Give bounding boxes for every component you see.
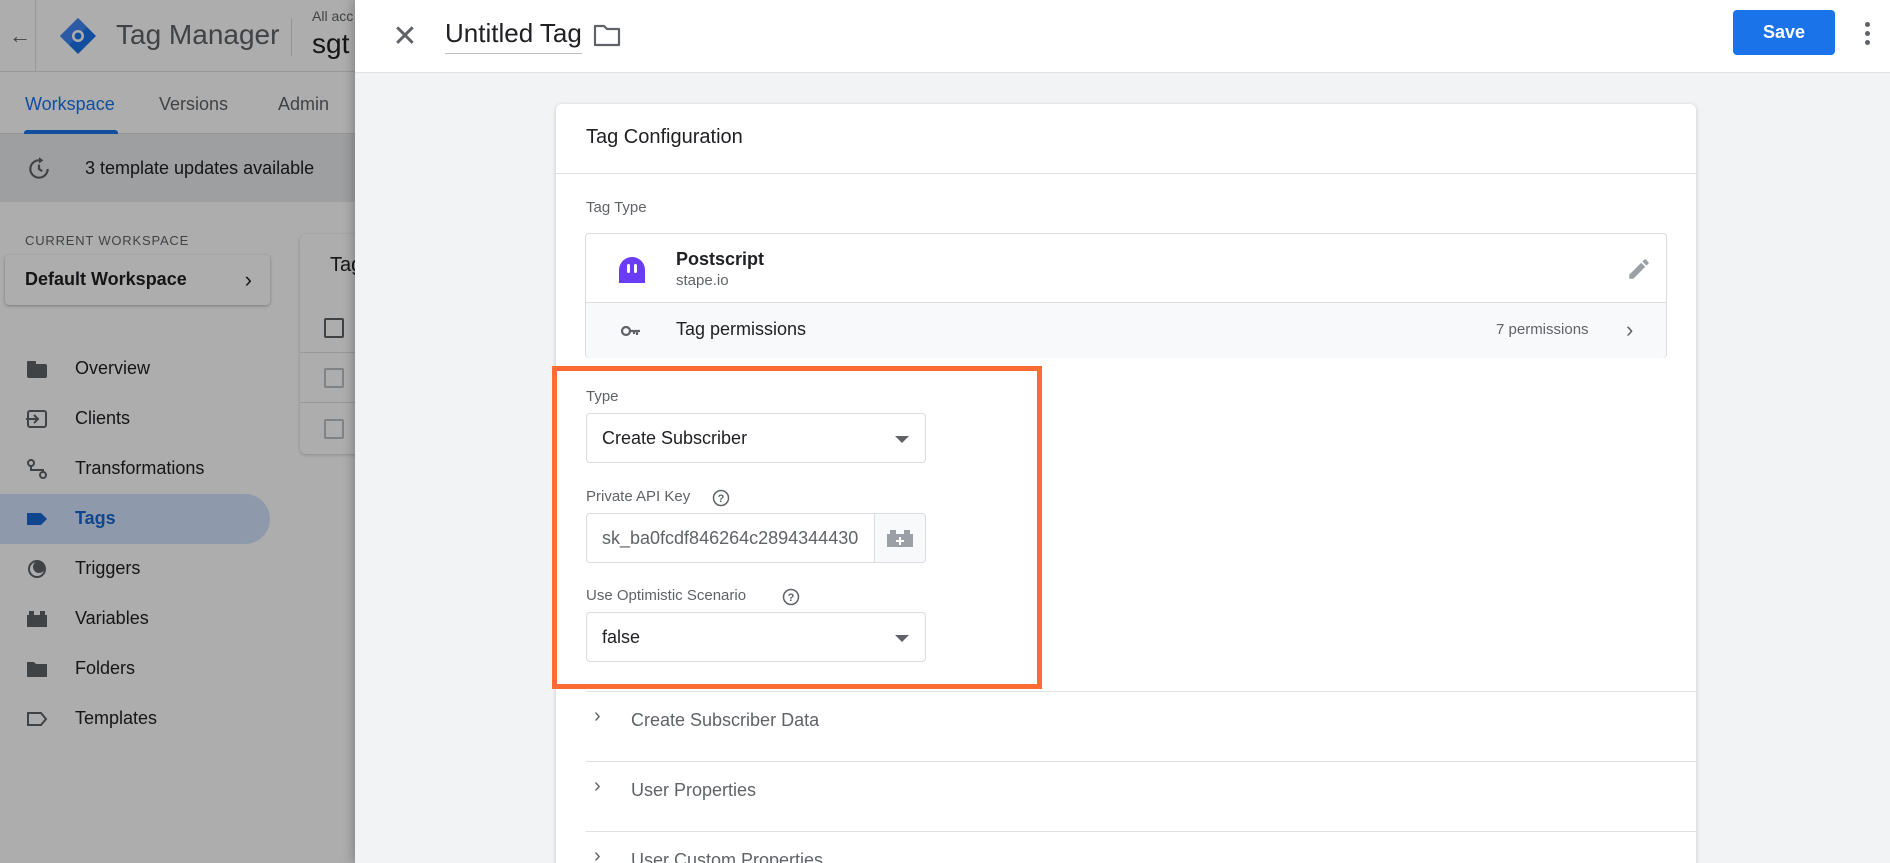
dropdown-arrow-icon — [895, 436, 909, 443]
tag-configuration-card: Tag Configuration Tag Type Postscript st… — [552, 104, 1696, 863]
api-key-input[interactable] — [587, 514, 874, 562]
help-icon[interactable]: ? — [712, 489, 730, 507]
more-vert-icon[interactable] — [1855, 16, 1879, 50]
save-button[interactable]: Save — [1733, 10, 1835, 55]
folder-icon[interactable] — [593, 22, 621, 48]
api-key-field-wrap — [586, 513, 874, 563]
template-name: Postscript — [676, 249, 765, 269]
svg-text:?: ? — [718, 493, 725, 505]
chevron-right-icon: › — [594, 705, 601, 727]
tag-name-input[interactable]: Untitled Tag — [445, 18, 582, 54]
help-icon[interactable]: ? — [782, 588, 800, 606]
postscript-logo-icon — [619, 257, 645, 283]
chevron-right-icon: › — [594, 845, 601, 863]
pencil-icon[interactable] — [1626, 256, 1652, 282]
permissions-count: 7 permissions — [1496, 321, 1589, 338]
insert-variable-button[interactable] — [874, 513, 926, 563]
optimistic-select-value: false — [602, 627, 641, 647]
section-user-properties[interactable]: › User Properties — [586, 761, 1666, 821]
tag-editor-panel: ✕ Untitled Tag Save Tag Configuration Ta… — [355, 0, 1890, 863]
editor-header: ✕ Untitled Tag Save — [355, 0, 1890, 73]
type-label: Type — [586, 388, 619, 405]
key-icon — [620, 325, 640, 337]
chevron-right-icon: › — [594, 775, 601, 797]
section-label: User Properties — [631, 780, 757, 800]
type-select[interactable]: Create Subscriber — [586, 413, 926, 463]
card-title: Tag Configuration — [586, 126, 743, 148]
tag-type-label: Tag Type — [586, 199, 647, 216]
chevron-right-icon: › — [1626, 317, 1634, 342]
optimistic-select[interactable]: false — [586, 612, 926, 662]
close-icon[interactable]: ✕ — [385, 18, 425, 54]
tag-permissions-label: Tag permissions — [676, 319, 807, 339]
type-select-value: Create Subscriber — [602, 428, 748, 448]
section-user-custom-properties[interactable]: › User Custom Properties — [586, 831, 1666, 863]
variable-brick-icon — [887, 530, 913, 547]
section-create-subscriber-data[interactable]: › Create Subscriber Data — [586, 691, 1666, 751]
tag-permissions-row[interactable]: Tag permissions 7 permissions › — [586, 302, 1666, 358]
template-vendor: stape.io — [676, 272, 729, 289]
dropdown-arrow-icon — [895, 635, 909, 642]
tag-type-box: Postscript stape.io Tag permissions 7 pe… — [585, 233, 1667, 358]
optimistic-label: Use Optimistic Scenario — [586, 587, 747, 604]
section-label: User Custom Properties — [631, 850, 824, 863]
section-label: Create Subscriber Data — [631, 710, 820, 730]
api-key-label: Private API Key — [586, 488, 691, 505]
svg-text:?: ? — [788, 592, 795, 604]
card-divider — [556, 173, 1696, 174]
